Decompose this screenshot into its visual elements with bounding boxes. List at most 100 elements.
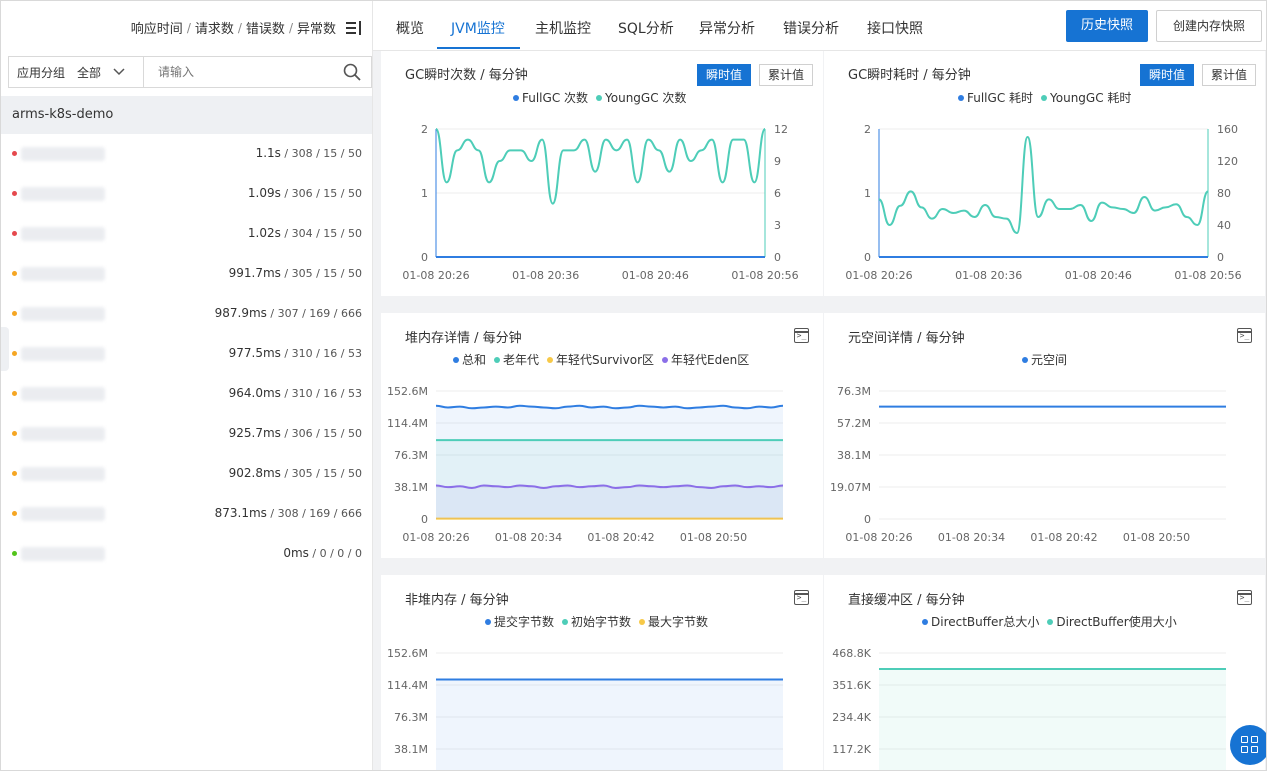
tab-host[interactable]: 主机监控 [535,18,591,38]
app-metrics: 902.8ms / 305 / 15 / 50 [229,466,362,480]
app-metrics: 987.9ms / 307 / 169 / 666 [215,306,362,320]
y2-tick-label: 80 [1217,187,1231,200]
sort-menu-icon[interactable] [346,20,362,35]
app-metrics: 0ms / 0 / 0 / 0 [283,546,362,560]
app-list-item[interactable]: 925.7ms / 306 / 15 / 50 [1,414,372,454]
app-name-redacted [21,307,105,321]
counts: / 305 / 15 / 50 [280,467,362,480]
gc-time-chart: 0120408012016001-08 20:26 01-08 20:36 01-0… [845,123,1241,282]
y2-tick-label: 6 [774,187,781,200]
y2-tick-label: 120 [1217,155,1238,168]
app-group-header[interactable]: arms-k8s-demo [1,96,372,134]
response-time: 991.7ms [228,266,281,280]
y-tick-label: 76.3M [394,449,428,462]
heap-chart: 0 38.1M 76.3M 114.4M 152.6M 01-08 20:26 01-08 … [387,385,784,544]
x-tick-label: 01-08 20:34 [495,531,562,544]
y-tick-label: 1 [421,187,428,200]
y-tick-label: 114.4M [387,679,428,692]
status-dot [12,271,17,276]
history-snapshot-button[interactable]: 历史快照 [1066,10,1148,42]
gc-count-chart: 01203691201-08 20:26 01-08 20:36 01-08 20:… [402,123,798,282]
response-time: 1.02s [247,226,281,240]
y-tick-label: 2 [864,123,871,136]
y-tick-label: 38.1M [394,481,428,494]
sort-sep: / [237,20,242,35]
app-list-item[interactable]: 1.1s / 308 / 15 / 50 [1,134,372,174]
collapse-handle[interactable] [1,327,9,371]
y2-tick-label: 9 [774,155,781,168]
apps-grid-button[interactable] [1230,725,1266,765]
sort-err[interactable]: 错误数 [246,18,285,37]
panel-direct-buffer: 直接缓冲区 / 每分钟 >_ DirectBuffer总大小 DirectBuff… [824,575,1265,770]
app-list-item[interactable]: 902.8ms / 305 / 15 / 50 [1,454,372,494]
app-name-redacted [21,147,105,161]
group-select[interactable]: 应用分组 全部 [9,57,144,87]
x-tick-label: 01-08 20:26 [402,531,469,544]
response-time: 925.7ms [228,426,281,440]
y-tick-label: 152.6M [387,385,428,398]
create-memory-snapshot-button[interactable]: 创建内存快照 [1156,10,1262,42]
nonheap-chart: 38.1M 76.3M 114.4M 152.6M [387,647,783,770]
counts: / 305 / 15 / 50 [280,267,362,280]
x-tick-label: 01-08 20:26 [402,269,469,282]
x-tick-label: 01-08 20:50 [1123,531,1190,544]
y-tick-label: 468.8K [832,647,871,660]
x-tick-label: 01-08 20:46 [622,269,689,282]
x-tick-label: 01-08 20:46 [1065,269,1132,282]
app-list-sidebar: 响应时间/ 请求数/ 错误数/ 异常数 应用分组 全部 arms-k8s-dem… [1,1,373,770]
app-list-item[interactable]: 873.1ms / 308 / 169 / 666 [1,494,372,534]
app-name-redacted [21,547,105,561]
series-younggc-line [435,128,766,205]
y-tick-label: 76.3M [837,385,871,398]
y-tick-label: 2 [421,123,428,136]
search-icon[interactable] [343,63,361,81]
y2-tick-label: 12 [774,123,788,136]
search-box [144,57,371,87]
sort-req[interactable]: 请求数 [195,18,234,37]
app-list-item[interactable]: 991.7ms / 305 / 15 / 50 [1,254,372,294]
direct-buffer-chart: 117.2K 234.4K 351.6K 468.8K [832,647,1226,770]
y-tick-label: 0 [421,251,428,264]
app-name-redacted [21,507,105,521]
counts: / 308 / 15 / 50 [280,147,362,160]
counts: / 304 / 15 / 50 [280,227,362,240]
app-list-item[interactable]: 964.0ms / 310 / 16 / 53 [1,374,372,414]
x-tick-label: 01-08 20:36 [955,269,1022,282]
tab-jvm[interactable]: JVM监控 [451,18,505,38]
tab-overview[interactable]: 概览 [396,18,424,38]
response-time: 1.09s [247,186,281,200]
sort-rt[interactable]: 响应时间 [131,18,183,37]
tab-error[interactable]: 错误分析 [783,18,839,38]
app-list-item[interactable]: 1.09s / 306 / 15 / 50 [1,174,372,214]
app-list-item[interactable]: 0ms / 0 / 0 / 0 [1,534,372,574]
search-input[interactable] [158,65,328,79]
app-metrics: 925.7ms / 306 / 15 / 50 [229,426,362,440]
sort-exc[interactable]: 异常数 [297,18,336,37]
response-time: 1.1s [255,146,281,160]
y-tick-label: 152.6M [387,647,428,660]
app-metrics: 1.02s / 304 / 15 / 50 [248,226,362,240]
series-area-fill [436,679,783,770]
status-dot [12,311,17,316]
sort-sep: / [288,20,293,35]
app-list-item[interactable]: 977.5ms / 310 / 16 / 53 [1,334,372,374]
y-tick-label: 234.4K [832,711,871,724]
y-tick-label: 38.1M [837,449,871,462]
app-list-item[interactable]: 987.9ms / 307 / 169 / 666 [1,294,372,334]
tab-snapshot[interactable]: 接口快照 [867,18,923,38]
tab-exception[interactable]: 异常分析 [699,18,755,38]
app-metrics: 964.0ms / 310 / 16 / 53 [229,386,362,400]
tab-sql[interactable]: SQL分析 [618,18,674,38]
status-dot [12,151,17,156]
status-dot [12,471,17,476]
y2-tick-label: 3 [774,219,781,232]
counts: / 310 / 16 / 53 [280,347,362,360]
series-line [435,404,784,410]
counts: / 310 / 16 / 53 [280,387,362,400]
x-tick-label: 01-08 20:26 [845,269,912,282]
y-tick-label: 0 [864,251,871,264]
panel-gc-count: GC瞬时次数 / 每分钟 瞬时值 累计值 FullGC 次数 YoungGC 次数… [381,51,823,296]
app-list-item[interactable]: 1.02s / 304 / 15 / 50 [1,214,372,254]
x-tick-label: 01-08 20:42 [1030,531,1097,544]
counts: / 0 / 0 / 0 [308,547,362,560]
